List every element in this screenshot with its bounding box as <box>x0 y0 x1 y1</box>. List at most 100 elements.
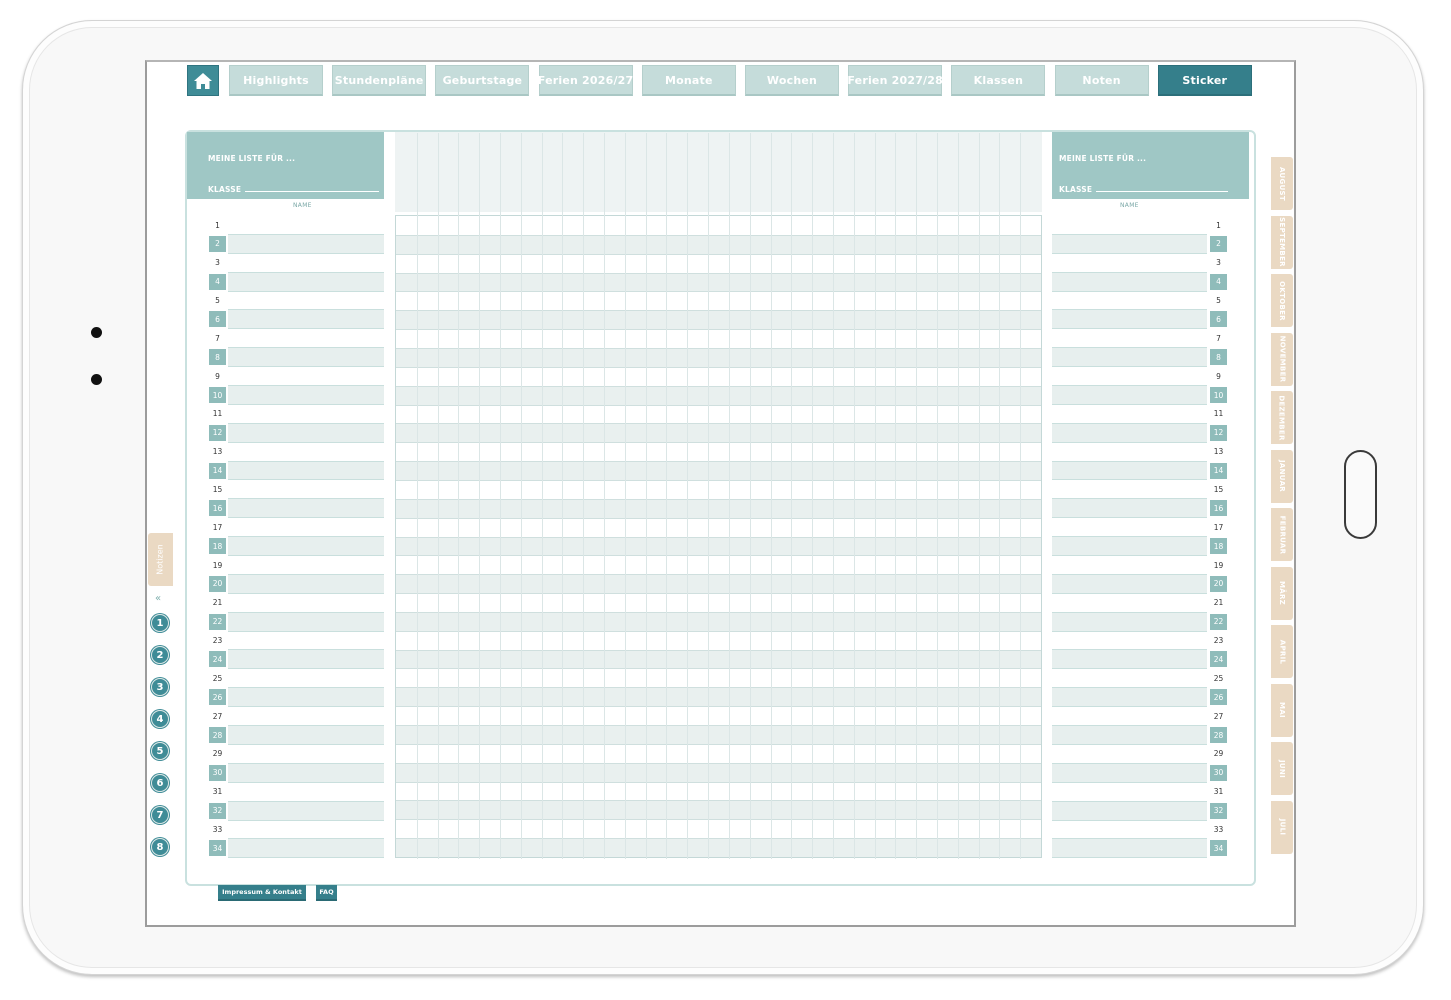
right-name-field[interactable] <box>1052 726 1207 745</box>
month-tab-11[interactable]: JUNI <box>1271 742 1293 795</box>
left-name-field[interactable] <box>228 310 384 330</box>
right-name-field[interactable] <box>1052 367 1207 387</box>
left-name-field[interactable] <box>228 329 384 349</box>
month-tab-9[interactable]: APRIL <box>1271 625 1293 678</box>
right-name-field[interactable] <box>1052 386 1207 405</box>
left-name-field[interactable] <box>228 556 384 575</box>
left-klasse-line[interactable] <box>245 191 379 192</box>
faq-button[interactable]: FAQ <box>316 885 337 901</box>
right-name-field[interactable] <box>1052 423 1207 443</box>
right-name-field[interactable] <box>1052 348 1207 368</box>
page-number-7[interactable]: 7 <box>151 806 169 824</box>
right-name-field[interactable] <box>1052 612 1207 632</box>
page-number-6[interactable]: 6 <box>151 774 169 792</box>
page-number-8[interactable]: 8 <box>151 838 169 856</box>
nav-tab-4[interactable]: Ferien 2026/27 <box>538 65 633 96</box>
left-name-field[interactable] <box>228 669 384 689</box>
left-name-field[interactable] <box>228 348 384 368</box>
left-name-field[interactable] <box>228 272 384 292</box>
left-name-field[interactable] <box>228 821 384 840</box>
left-name-field[interactable] <box>228 537 384 557</box>
right-name-field[interactable] <box>1052 405 1207 424</box>
right-name-field[interactable] <box>1052 801 1207 821</box>
device-home-button[interactable] <box>1344 450 1377 539</box>
month-tab-12[interactable]: JULI <box>1271 800 1293 854</box>
page-number-1[interactable]: 1 <box>151 614 169 632</box>
double-chevron-down-icon[interactable]: « <box>155 593 161 604</box>
left-name-field[interactable] <box>228 801 384 821</box>
left-name-field[interactable] <box>228 688 384 708</box>
left-name-field[interactable] <box>228 405 384 424</box>
left-name-field[interactable] <box>228 745 384 764</box>
right-name-field[interactable] <box>1052 443 1207 462</box>
month-tab-8[interactable]: MÄRZ <box>1271 566 1293 620</box>
left-name-field[interactable] <box>228 443 384 462</box>
home-button[interactable] <box>187 65 219 96</box>
left-name-field[interactable] <box>228 254 384 273</box>
left-name-field[interactable] <box>228 632 384 651</box>
left-name-field[interactable] <box>228 726 384 745</box>
left-name-field[interactable] <box>228 650 384 670</box>
left-name-field[interactable] <box>228 292 384 311</box>
left-name-field[interactable] <box>228 234 384 254</box>
left-name-field[interactable] <box>228 763 384 783</box>
left-name-field[interactable] <box>228 518 384 538</box>
right-name-field[interactable] <box>1052 329 1207 349</box>
right-name-field[interactable] <box>1052 292 1207 311</box>
nav-tab-1[interactable]: Highlights <box>229 65 323 96</box>
impressum-button[interactable]: Impressum & Kontakt <box>218 885 306 901</box>
month-tab-1[interactable]: AUGUST <box>1271 157 1293 210</box>
month-tab-7[interactable]: FEBRUAR <box>1271 508 1293 561</box>
tally-grid[interactable] <box>395 133 1042 859</box>
page-number-5[interactable]: 5 <box>151 742 169 760</box>
right-name-field[interactable] <box>1052 650 1207 670</box>
left-name-field[interactable] <box>228 386 384 405</box>
right-name-field[interactable] <box>1052 461 1207 481</box>
left-name-field[interactable] <box>228 839 384 859</box>
page-number-3[interactable]: 3 <box>151 678 169 696</box>
right-name-field[interactable] <box>1052 272 1207 292</box>
right-name-field[interactable] <box>1052 254 1207 273</box>
nav-tab-5[interactable]: Monate <box>641 65 736 96</box>
left-name-field[interactable] <box>228 783 384 802</box>
nav-tab-7[interactable]: Ferien 2027/28 <box>847 65 943 96</box>
left-name-field[interactable] <box>228 594 384 613</box>
month-tab-10[interactable]: MAI <box>1271 683 1293 737</box>
right-name-field[interactable] <box>1052 594 1207 613</box>
right-name-field[interactable] <box>1052 499 1207 519</box>
right-name-field[interactable] <box>1052 574 1207 594</box>
left-name-field[interactable] <box>228 612 384 632</box>
right-name-field[interactable] <box>1052 518 1207 538</box>
month-tab-6[interactable]: JANUAR <box>1271 449 1293 503</box>
left-name-field[interactable] <box>228 216 384 235</box>
right-name-field[interactable] <box>1052 839 1207 859</box>
month-tab-4[interactable]: NOVEMBER <box>1271 332 1293 386</box>
left-name-field[interactable] <box>228 574 384 594</box>
right-name-field[interactable] <box>1052 688 1207 708</box>
nav-tab-8[interactable]: Klassen <box>951 65 1046 96</box>
nav-tab-6[interactable]: Wochen <box>745 65 839 96</box>
left-name-field[interactable] <box>228 367 384 387</box>
nav-tab-10[interactable]: Sticker <box>1157 65 1252 96</box>
right-name-field[interactable] <box>1052 783 1207 802</box>
right-name-field[interactable] <box>1052 556 1207 575</box>
notes-tab[interactable]: Notizen <box>148 533 173 586</box>
left-name-field[interactable] <box>228 480 384 500</box>
month-tab-2[interactable]: SEPTEMBER <box>1271 215 1293 269</box>
nav-tab-2[interactable]: Stundenpläne <box>332 65 427 96</box>
right-klasse-line[interactable] <box>1096 191 1228 192</box>
left-name-field[interactable] <box>228 461 384 481</box>
right-name-field[interactable] <box>1052 632 1207 651</box>
right-name-field[interactable] <box>1052 821 1207 840</box>
right-name-field[interactable] <box>1052 216 1207 235</box>
left-name-field[interactable] <box>228 707 384 727</box>
page-number-4[interactable]: 4 <box>151 710 169 728</box>
left-name-field[interactable] <box>228 499 384 519</box>
right-name-field[interactable] <box>1052 669 1207 689</box>
page-number-2[interactable]: 2 <box>151 646 169 664</box>
nav-tab-3[interactable]: Geburtstage <box>435 65 530 96</box>
left-name-field[interactable] <box>228 423 384 443</box>
right-name-field[interactable] <box>1052 234 1207 254</box>
right-name-field[interactable] <box>1052 763 1207 783</box>
right-name-field[interactable] <box>1052 480 1207 500</box>
